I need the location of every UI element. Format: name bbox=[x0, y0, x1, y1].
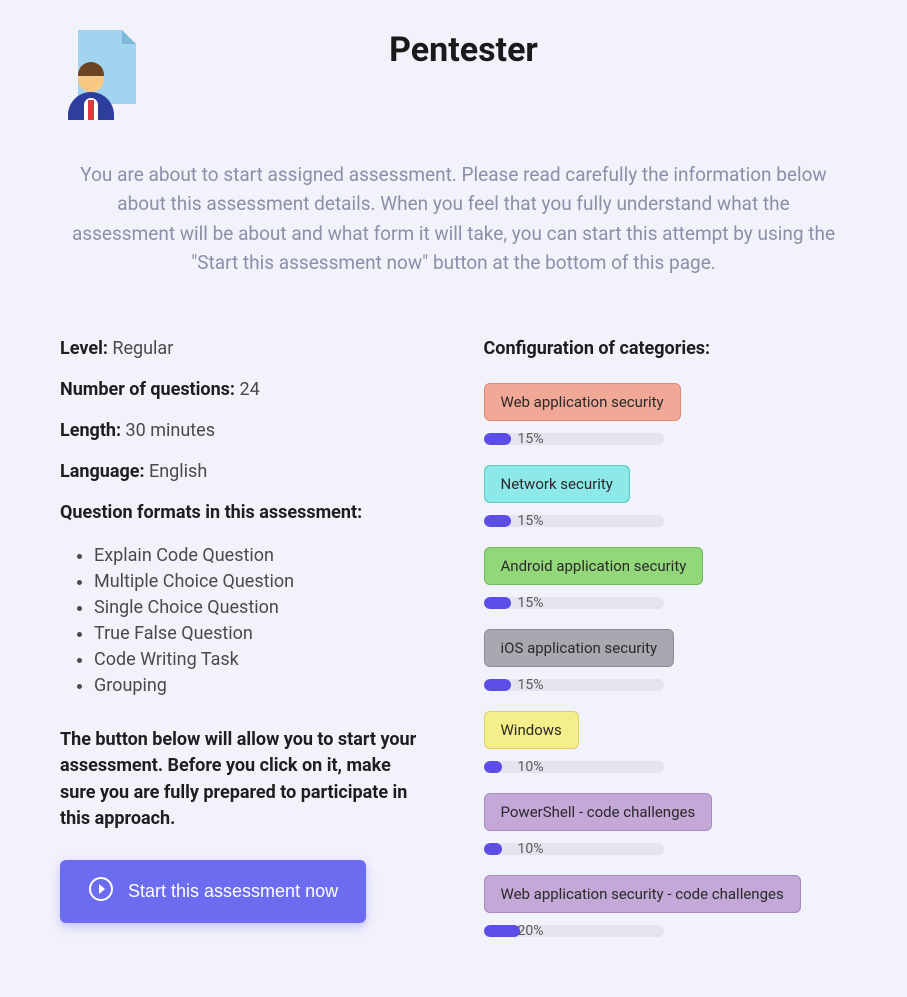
progress-fill bbox=[484, 433, 511, 445]
progress-label: 15% bbox=[518, 513, 544, 529]
progress-label: 10% bbox=[518, 759, 544, 775]
detail-label: Length: bbox=[60, 420, 121, 441]
category-block: Windows 10% bbox=[484, 711, 848, 775]
progress-bar bbox=[484, 761, 664, 773]
category-progress: 15% bbox=[484, 431, 848, 447]
detail-value: 30 minutes bbox=[126, 420, 215, 441]
category-tag: Web application security bbox=[484, 383, 681, 421]
detail-value: 24 bbox=[239, 379, 259, 400]
category-block: Network security 15% bbox=[484, 465, 848, 529]
warning-text: The button below will allow you to start… bbox=[60, 727, 424, 831]
assessment-icon bbox=[60, 30, 150, 120]
format-item: Explain Code Question bbox=[94, 543, 424, 569]
progress-bar bbox=[484, 597, 664, 609]
detail-length: Length: 30 minutes bbox=[60, 420, 424, 441]
detail-label: Level: bbox=[60, 338, 108, 359]
category-progress: 20% bbox=[484, 923, 848, 939]
category-progress: 15% bbox=[484, 513, 848, 529]
detail-questions: Number of questions: 24 bbox=[60, 379, 424, 400]
category-progress: 15% bbox=[484, 595, 848, 611]
formats-list: Explain Code QuestionMultiple Choice Que… bbox=[60, 543, 424, 700]
category-block: Web application security - code challeng… bbox=[484, 875, 848, 939]
format-item: Code Writing Task bbox=[94, 647, 424, 673]
detail-label: Number of questions: bbox=[60, 379, 235, 400]
progress-bar bbox=[484, 433, 664, 445]
category-block: PowerShell - code challenges 10% bbox=[484, 793, 848, 857]
progress-label: 10% bbox=[518, 841, 544, 857]
start-button-label: Start this assessment now bbox=[128, 881, 338, 902]
category-block: iOS application security 15% bbox=[484, 629, 848, 693]
progress-fill bbox=[484, 761, 502, 773]
category-progress: 10% bbox=[484, 841, 848, 857]
progress-label: 20% bbox=[518, 923, 544, 939]
categories-column: Configuration of categories: Web applica… bbox=[484, 338, 848, 957]
progress-bar bbox=[484, 925, 664, 937]
detail-language: Language: English bbox=[60, 461, 424, 482]
category-block: Android application security 15% bbox=[484, 547, 848, 611]
category-tag: Network security bbox=[484, 465, 630, 503]
category-progress: 15% bbox=[484, 677, 848, 693]
category-tag: Web application security - code challeng… bbox=[484, 875, 801, 913]
page-title: Pentester bbox=[170, 30, 847, 70]
progress-bar bbox=[484, 515, 664, 527]
detail-value: English bbox=[149, 461, 207, 482]
detail-level: Level: Regular bbox=[60, 338, 424, 359]
detail-value: Regular bbox=[112, 338, 173, 359]
progress-fill bbox=[484, 515, 511, 527]
category-tag: PowerShell - code challenges bbox=[484, 793, 713, 831]
progress-fill bbox=[484, 925, 520, 937]
category-progress: 10% bbox=[484, 759, 848, 775]
format-item: Grouping bbox=[94, 673, 424, 699]
arrow-circle-right-icon bbox=[88, 876, 114, 907]
progress-bar bbox=[484, 843, 664, 855]
progress-label: 15% bbox=[518, 595, 544, 611]
format-item: True False Question bbox=[94, 621, 424, 647]
category-block: Web application security 15% bbox=[484, 383, 848, 447]
progress-bar bbox=[484, 679, 664, 691]
progress-fill bbox=[484, 843, 502, 855]
progress-label: 15% bbox=[518, 431, 544, 447]
formats-heading: Question formats in this assessment: bbox=[60, 502, 424, 523]
format-item: Single Choice Question bbox=[94, 595, 424, 621]
detail-label: Language: bbox=[60, 461, 145, 482]
category-tag: iOS application security bbox=[484, 629, 675, 667]
progress-fill bbox=[484, 597, 511, 609]
category-tag: Android application security bbox=[484, 547, 704, 585]
intro-text: You are about to start assigned assessme… bbox=[60, 160, 847, 278]
config-heading: Configuration of categories: bbox=[484, 338, 848, 359]
category-tag: Windows bbox=[484, 711, 579, 749]
progress-fill bbox=[484, 679, 511, 691]
progress-label: 15% bbox=[518, 677, 544, 693]
start-assessment-button[interactable]: Start this assessment now bbox=[60, 860, 366, 923]
details-column: Level: Regular Number of questions: 24 L… bbox=[60, 338, 424, 957]
format-item: Multiple Choice Question bbox=[94, 569, 424, 595]
